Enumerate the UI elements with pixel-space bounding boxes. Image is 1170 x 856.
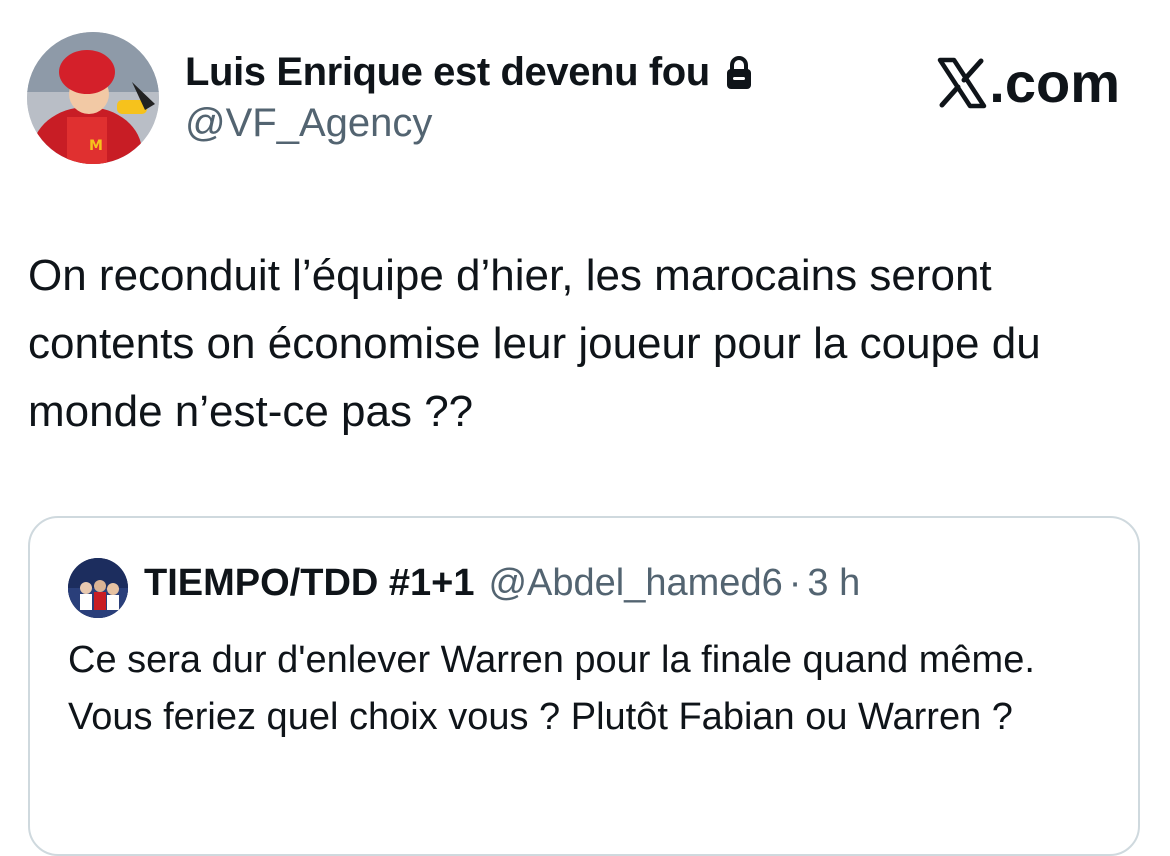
quoted-avatar-image	[68, 558, 128, 618]
quoted-author-handle[interactable]: @Abdel_hamed6	[488, 562, 782, 605]
author-display-name[interactable]: Luis Enrique est devenu fou	[185, 50, 710, 95]
svg-text:M: M	[89, 138, 103, 154]
author-handle[interactable]: @VF_Agency	[185, 101, 432, 146]
quoted-tweet-card[interactable]: TIEMPO/TDD #1+1 @Abdel_hamed6 · 3 h Ce s…	[28, 516, 1140, 856]
profile-avatar-image: M	[27, 32, 159, 164]
author-display-name-row: Luis Enrique est devenu fou	[185, 50, 754, 95]
quoted-author-avatar[interactable]	[68, 558, 128, 618]
quoted-tweet-header: TIEMPO/TDD #1+1 @Abdel_hamed6 · 3 h	[144, 562, 860, 605]
x-com-label: .com	[937, 50, 1120, 115]
quoted-tweet-text: Ce sera dur d'enlever Warren pour la fin…	[68, 639, 1035, 738]
quoted-author-name[interactable]: TIEMPO/TDD #1+1	[144, 562, 474, 605]
header-separator: ·	[788, 562, 802, 604]
lock-icon	[726, 55, 751, 89]
author-avatar[interactable]: M	[27, 32, 159, 164]
site-suffix: .com	[989, 51, 1120, 114]
tweet-text: On reconduit l’équipe d’hier, les maroca…	[28, 251, 1041, 436]
x-logo-icon	[938, 57, 987, 108]
quoted-tweet-time[interactable]: 3 h	[807, 562, 860, 605]
